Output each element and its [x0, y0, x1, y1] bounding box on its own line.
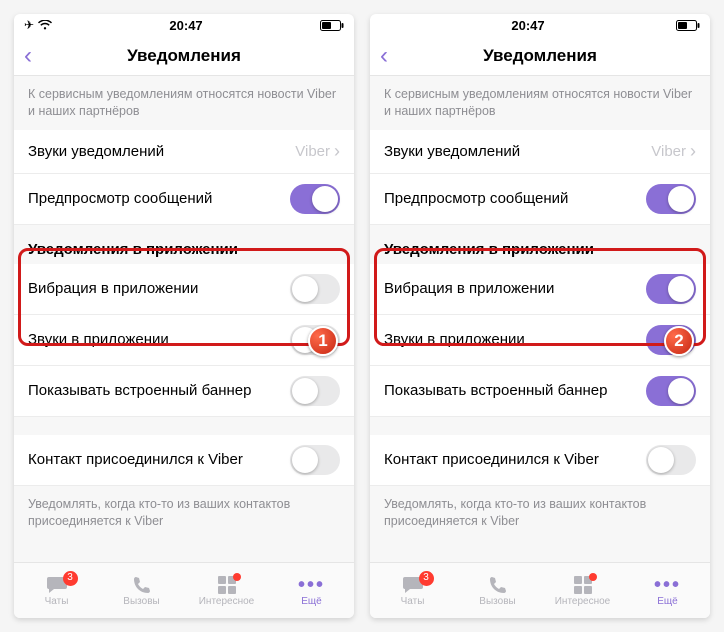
nav-bar: ‹ Уведомления — [14, 36, 354, 76]
row-inapp-sounds[interactable]: Звуки в приложении — [14, 315, 354, 366]
row-label: Звуки в приложении — [384, 331, 525, 348]
tab-label: Интересное — [555, 596, 611, 607]
toggle-builtin-banner[interactable] — [646, 376, 696, 406]
row-contact-joined[interactable]: Контакт присоединился к Viber — [370, 435, 710, 486]
status-bar: 20:47 — [370, 14, 710, 36]
row-builtin-banner[interactable]: Показывать встроенный баннер — [370, 366, 710, 417]
row-contact-joined[interactable]: Контакт присоединился к Viber — [14, 435, 354, 486]
tab-interesting[interactable]: Интересное — [540, 563, 625, 618]
tab-label: Вызовы — [479, 596, 515, 607]
chats-badge: 3 — [419, 571, 434, 586]
chevron-right-icon: › — [690, 141, 696, 162]
tab-chats[interactable]: 3 Чаты — [370, 563, 455, 618]
row-label: Контакт присоединился к Viber — [384, 451, 599, 468]
toggle-preview[interactable] — [646, 184, 696, 214]
row-label: Звуки уведомлений — [28, 143, 164, 160]
tab-bar: 3 Чаты Вызовы Интересное ••• Ещё — [14, 562, 354, 618]
row-preview-messages[interactable]: Предпросмотр сообщений — [370, 174, 710, 225]
page-title: Уведомления — [483, 46, 597, 66]
back-button[interactable]: ‹ — [380, 44, 388, 68]
settings-content: К сервисным уведомлениям относятся новос… — [370, 76, 710, 562]
tab-label: Ещё — [301, 596, 321, 607]
notification-dot — [589, 573, 597, 581]
chats-badge: 3 — [63, 571, 78, 586]
more-icon: ••• — [298, 575, 325, 595]
row-label: Вибрация в приложении — [384, 280, 554, 297]
battery-icon — [320, 20, 344, 31]
wifi-icon — [38, 20, 52, 30]
service-note: К сервисным уведомлениям относятся новос… — [14, 76, 354, 130]
phone-screen-right: 20:47 ‹ Уведомления К сервисным уведомле… — [370, 14, 710, 618]
row-value: Viber › — [295, 141, 340, 162]
tab-label: Ещё — [657, 596, 677, 607]
step-badge: 2 — [664, 326, 694, 356]
nav-bar: ‹ Уведомления — [370, 36, 710, 76]
row-notification-sounds[interactable]: Звуки уведомлений Viber › — [370, 130, 710, 174]
row-label: Контакт присоединился к Viber — [28, 451, 243, 468]
page-title: Уведомления — [127, 46, 241, 66]
row-label: Вибрация в приложении — [28, 280, 198, 297]
toggle-preview[interactable] — [290, 184, 340, 214]
chevron-right-icon: › — [334, 141, 340, 162]
row-preview-messages[interactable]: Предпросмотр сообщений — [14, 174, 354, 225]
row-label: Показывать встроенный баннер — [28, 382, 251, 399]
row-vibration[interactable]: Вибрация в приложении — [370, 264, 710, 315]
tab-label: Вызовы — [123, 596, 159, 607]
service-note: К сервисным уведомлениям относятся новос… — [370, 76, 710, 130]
toggle-contact-joined[interactable] — [646, 445, 696, 475]
notification-dot — [233, 573, 241, 581]
row-label: Звуки в приложении — [28, 331, 169, 348]
row-notification-sounds[interactable]: Звуки уведомлений Viber › — [14, 130, 354, 174]
grid-icon — [217, 575, 237, 595]
phone-screen-left: ✈ 20:47 ‹ Уведомления К сервисным уведом… — [14, 14, 354, 618]
row-label: Показывать встроенный баннер — [384, 382, 607, 399]
row-label: Предпросмотр сообщений — [28, 190, 212, 207]
row-label: Предпросмотр сообщений — [384, 190, 568, 207]
section-in-app: Уведомления в приложении — [14, 225, 354, 264]
more-icon: ••• — [654, 575, 681, 595]
contact-note: Уведомлять, когда кто-то из ваших контак… — [14, 486, 354, 540]
row-label: Звуки уведомлений — [384, 143, 520, 160]
tab-interesting[interactable]: Интересное — [184, 563, 269, 618]
chat-icon: 3 — [46, 575, 68, 595]
row-value: Viber › — [651, 141, 696, 162]
battery-icon — [676, 20, 700, 31]
tab-label: Чаты — [45, 596, 69, 607]
toggle-vibration[interactable] — [290, 274, 340, 304]
tab-chats[interactable]: 3 Чаты — [14, 563, 99, 618]
row-vibration[interactable]: Вибрация в приложении — [14, 264, 354, 315]
tab-label: Интересное — [199, 596, 255, 607]
step-badge: 1 — [308, 326, 338, 356]
back-button[interactable]: ‹ — [24, 44, 32, 68]
section-in-app: Уведомления в приложении — [370, 225, 710, 264]
airplane-icon: ✈ — [24, 18, 34, 32]
grid-icon — [573, 575, 593, 595]
status-time: 20:47 — [169, 18, 202, 33]
chat-icon: 3 — [402, 575, 424, 595]
phone-icon — [132, 575, 152, 595]
status-bar: ✈ 20:47 — [14, 14, 354, 36]
toggle-contact-joined[interactable] — [290, 445, 340, 475]
tab-more[interactable]: ••• Ещё — [625, 563, 710, 618]
contact-note: Уведомлять, когда кто-то из ваших контак… — [370, 486, 710, 540]
phone-icon — [488, 575, 508, 595]
tab-bar: 3 Чаты Вызовы Интересное ••• Ещё — [370, 562, 710, 618]
toggle-builtin-banner[interactable] — [290, 376, 340, 406]
row-builtin-banner[interactable]: Показывать встроенный баннер — [14, 366, 354, 417]
tab-calls[interactable]: Вызовы — [99, 563, 184, 618]
status-time: 20:47 — [511, 18, 544, 33]
tab-label: Чаты — [401, 596, 425, 607]
settings-content: К сервисным уведомлениям относятся новос… — [14, 76, 354, 562]
tab-calls[interactable]: Вызовы — [455, 563, 540, 618]
toggle-vibration[interactable] — [646, 274, 696, 304]
row-inapp-sounds[interactable]: Звуки в приложении — [370, 315, 710, 366]
tab-more[interactable]: ••• Ещё — [269, 563, 354, 618]
